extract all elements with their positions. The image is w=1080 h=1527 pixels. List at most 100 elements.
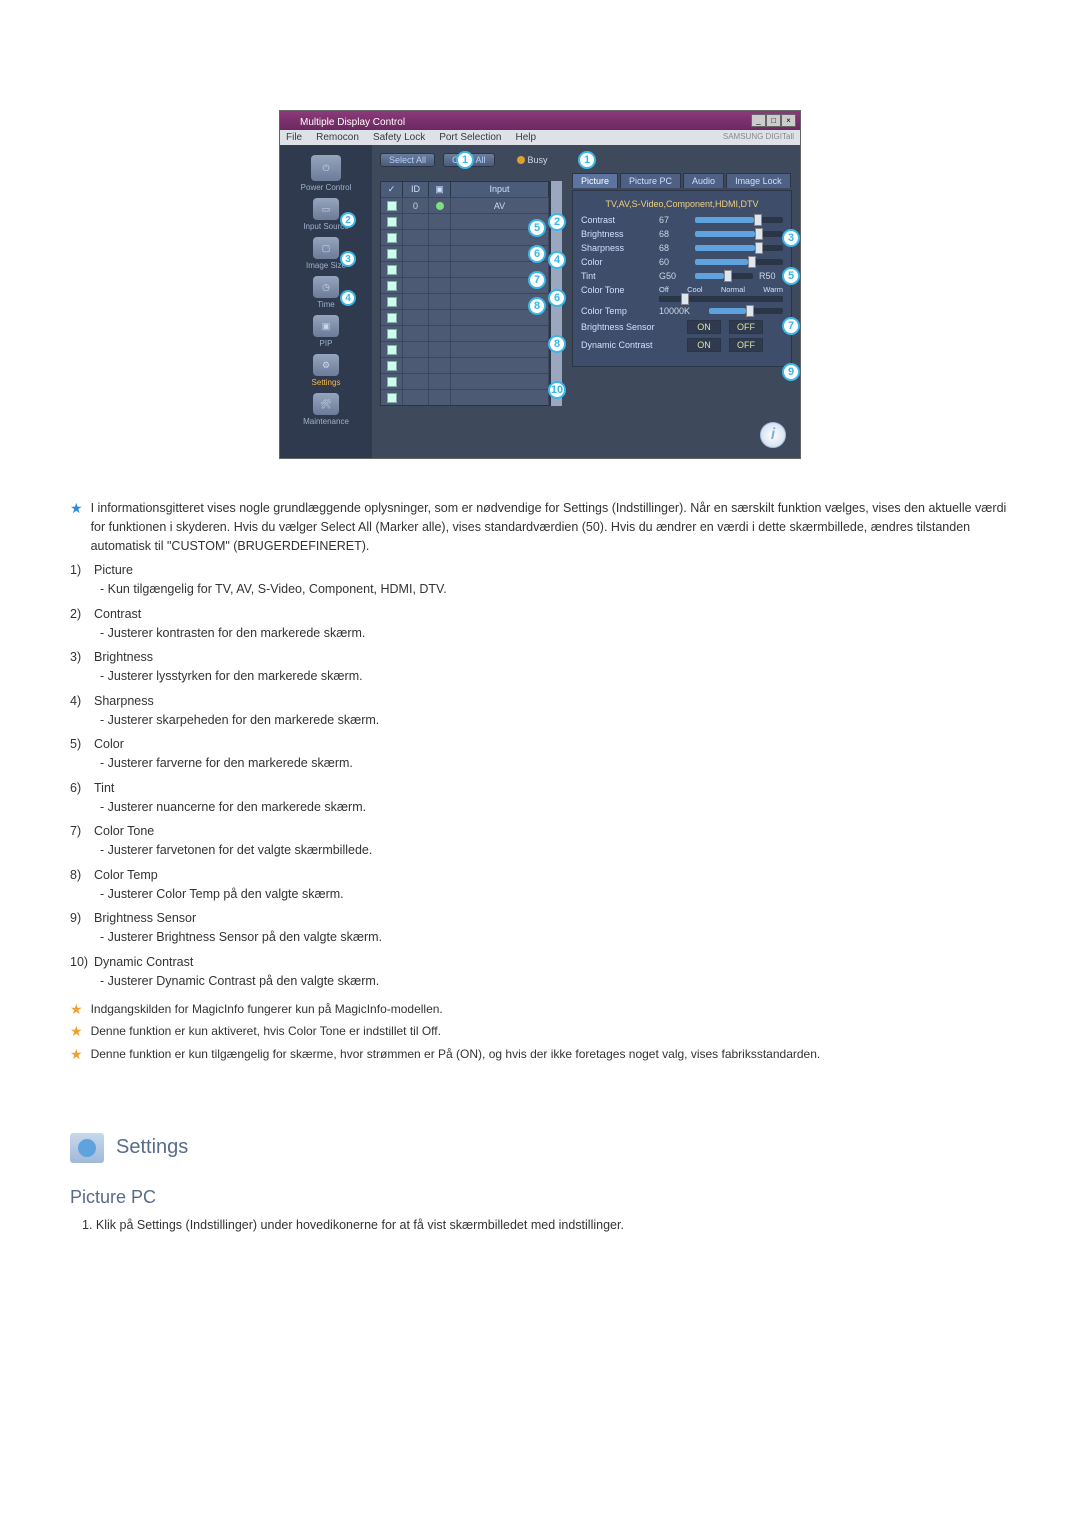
list-item: 3)Brightness- Justerer lysstyrken for de… [70,648,1010,686]
section-title: Settings [116,1136,188,1159]
color-tone-slider[interactable] [659,296,783,302]
list-item: 5)Color- Justerer farverne for den marke… [70,735,1010,773]
callout-4: 4 [340,290,356,306]
dynamic-contrast-off[interactable]: OFF [729,338,763,352]
grid-header-input: Input [451,182,549,197]
list-item: 4)Sharpness- Justerer skarpeheden for de… [70,692,1010,730]
contrast-slider[interactable] [695,217,783,223]
panel-subhead: TV,AV,S-Video,Component,HDMI,DTV [581,199,783,209]
input-icon: ▭ [313,198,339,220]
callout-r5: 5 [782,267,800,285]
menubar: File Remocon Safety Lock Port Selection … [280,130,800,145]
menu-safety-lock[interactable]: Safety Lock [373,132,425,143]
maximize-icon[interactable]: □ [766,114,781,127]
callout-2: 2 [340,212,356,228]
star-icon: ★ [70,1000,83,1018]
busy-dot-icon [517,156,525,164]
subsection-line: 1. Klik på Settings (Indstillinger) unde… [82,1218,1010,1232]
sidebar-item-settings[interactable]: ⚙ Settings [290,354,362,387]
brightness-value: 68 [659,229,689,239]
sharpness-label: Sharpness [581,243,653,253]
brightness-slider[interactable] [695,231,783,237]
callout-r7: 7 [782,317,800,335]
numbered-list: 1)Picture- Kun tilgængelig for TV, AV, S… [70,561,1010,990]
menu-help[interactable]: Help [515,132,536,143]
busy-indicator: Busy [517,155,548,165]
color-temp-slider[interactable] [709,308,783,314]
tab-picture[interactable]: Picture [572,173,618,188]
titlebar: Multiple Display Control _ □ × [280,111,800,130]
color-tone-label: Color Tone [581,285,653,295]
settings-panel: TV,AV,S-Video,Component,HDMI,DTV Contras… [572,190,792,367]
callout-r4: 4 [548,251,566,269]
sidebar-item-input-source[interactable]: ▭ Input Source 2 [290,198,362,231]
color-slider[interactable] [695,259,783,265]
info-icon[interactable]: i [760,422,786,448]
maintenance-icon: 🛠 [313,393,339,415]
grid-row[interactable]: 0 AV [381,197,549,213]
star-icon: ★ [70,1022,83,1040]
tab-image-lock[interactable]: Image Lock [726,173,791,188]
list-item: 2)Contrast- Justerer kontrasten for den … [70,605,1010,643]
note-1: Indgangskilden for MagicInfo fungerer ku… [91,1000,443,1018]
list-item: 1)Picture- Kun tilgængelig for TV, AV, S… [70,561,1010,599]
callout-r8: 8 [548,335,566,353]
settings-section-icon [70,1133,104,1163]
dynamic-contrast-on[interactable]: ON [687,338,721,352]
callout-r9: 9 [782,363,800,381]
contrast-value: 67 [659,215,689,225]
main-area: Select All Clear All Busy ✓ ID ▣ [372,145,800,458]
sidebar-item-pip[interactable]: ▣ PIP [290,315,362,348]
grid-header-check: ✓ [381,182,403,197]
callout-5: 5 [528,219,546,237]
tab-picture-pc[interactable]: Picture PC [620,173,681,188]
contrast-label: Contrast [581,215,653,225]
select-all-button[interactable]: Select All [380,153,435,167]
color-value: 60 [659,257,689,267]
callout-1-top: 1 [456,151,474,169]
color-label: Color [581,257,653,267]
callout-7: 7 [528,271,546,289]
menu-port-selection[interactable]: Port Selection [439,132,501,143]
callout-r6: 6 [548,289,566,307]
grid-header-id: ID [403,182,429,197]
list-item: 10)Dynamic Contrast- Justerer Dynamic Co… [70,953,1010,991]
callout-r2: 2 [548,213,566,231]
close-icon[interactable]: × [781,114,796,127]
menu-file[interactable]: File [286,132,302,143]
callout-1: 1 [578,151,596,169]
subsection-title: Picture PC [70,1187,1010,1208]
info-grid: ✓ ID ▣ Input 0 AV [380,181,550,406]
section-header: Settings [70,1133,1010,1163]
pip-icon: ▣ [313,315,339,337]
window-title: Multiple Display Control [300,117,405,128]
checkbox-icon[interactable] [387,201,397,211]
brightness-sensor-label: Brightness Sensor [581,322,681,332]
tab-audio[interactable]: Audio [683,173,724,188]
tint-right: R50 [759,271,783,281]
list-item: 6)Tint- Justerer nuancerne for den marke… [70,779,1010,817]
sidebar-item-maintenance[interactable]: 🛠 Maintenance [290,393,362,426]
sharpness-slider[interactable] [695,245,783,251]
callout-r3: 3 [782,229,800,247]
sidebar-item-image-size[interactable]: ▢ Image Size 3 [290,237,362,270]
brightness-sensor-off[interactable]: OFF [729,320,763,334]
brightness-sensor-on[interactable]: ON [687,320,721,334]
color-temp-label: Color Temp [581,306,653,316]
dynamic-contrast-label: Dynamic Contrast [581,340,681,350]
tint-slider[interactable] [695,273,753,279]
tint-left: G50 [659,271,689,281]
app-icon [284,113,296,125]
power-icon: ⏻ [311,155,341,181]
app-window: Multiple Display Control _ □ × File Remo… [279,110,801,459]
gear-icon: ⚙ [313,354,339,376]
sidebar-item-time[interactable]: ◷ Time 4 [290,276,362,309]
menu-remocon[interactable]: Remocon [316,132,359,143]
image-size-icon: ▢ [313,237,339,259]
callout-6: 6 [528,245,546,263]
sidebar-item-power-control[interactable]: ⏻ Power Control [290,155,362,192]
time-icon: ◷ [313,276,339,298]
minimize-icon[interactable]: _ [751,114,766,127]
list-item: 7)Color Tone- Justerer farvetonen for de… [70,822,1010,860]
intro-text: I informationsgitteret vises nogle grund… [91,499,1010,555]
